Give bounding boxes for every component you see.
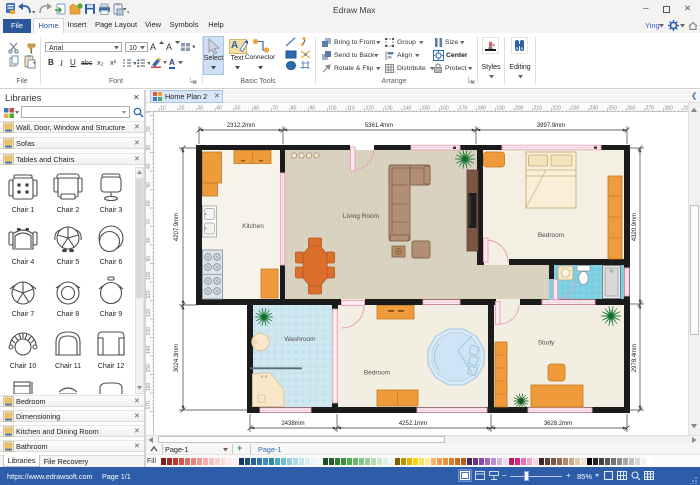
svg-text:150: 150 [422, 106, 431, 112]
svg-text:4252.1mm: 4252.1mm [399, 421, 427, 427]
svg-text:2978.4mm: 2978.4mm [632, 344, 638, 372]
svg-text:160: 160 [440, 106, 449, 112]
svg-text:Study: Study [538, 340, 555, 347]
svg-text:280: 280 [664, 106, 673, 112]
svg-text:170: 170 [146, 401, 152, 410]
svg-text:5361.4mm: 5361.4mm [365, 123, 393, 129]
svg-text:3997.9mm: 3997.9mm [537, 123, 565, 129]
svg-text:210: 210 [534, 106, 543, 112]
svg-text:140: 140 [403, 106, 412, 112]
svg-text:190: 190 [496, 106, 505, 112]
svg-text:Bedroom: Bedroom [364, 370, 390, 377]
svg-text:250: 250 [608, 106, 617, 112]
svg-text:30: 30 [146, 145, 152, 151]
svg-text:120: 120 [146, 308, 152, 317]
svg-text:140: 140 [146, 345, 152, 354]
svg-text:20: 20 [146, 126, 152, 132]
svg-text:70: 70 [146, 219, 152, 225]
svg-text:100: 100 [146, 271, 152, 280]
svg-text:220: 220 [552, 106, 561, 112]
svg-text:240: 240 [590, 106, 599, 112]
svg-text:40: 40 [146, 163, 152, 169]
svg-text:110: 110 [146, 290, 152, 298]
svg-text:80: 80 [146, 237, 152, 243]
svg-text:120: 120 [366, 106, 375, 112]
svg-text:100: 100 [328, 106, 337, 112]
svg-text:Washroom: Washroom [284, 336, 315, 343]
svg-text:130: 130 [384, 106, 393, 112]
svg-text:2438mm: 2438mm [281, 421, 304, 427]
svg-text:270: 270 [646, 106, 655, 112]
svg-text:90: 90 [146, 256, 152, 262]
svg-text:160: 160 [146, 382, 152, 391]
svg-text:4320.9mm: 4320.9mm [632, 213, 638, 241]
svg-text:150: 150 [146, 364, 152, 373]
svg-text:260: 260 [627, 106, 636, 112]
svg-text:10: 10 [146, 112, 152, 114]
svg-text:3628.2mm: 3628.2mm [544, 421, 572, 427]
svg-text:180: 180 [478, 106, 487, 112]
svg-text:230: 230 [571, 106, 580, 112]
svg-text:2312.2mm: 2312.2mm [227, 123, 255, 129]
svg-text:4207.9mm: 4207.9mm [174, 213, 180, 241]
svg-text:Bedroom: Bedroom [538, 232, 564, 239]
svg-text:200: 200 [515, 106, 524, 112]
svg-text:130: 130 [146, 327, 152, 336]
svg-text:Living Room: Living Room [343, 213, 379, 220]
svg-text:170: 170 [459, 106, 468, 112]
svg-text:60: 60 [146, 200, 152, 206]
svg-text:110: 110 [347, 106, 355, 112]
svg-text:3024.3mm: 3024.3mm [174, 344, 180, 372]
svg-text:50: 50 [146, 182, 152, 188]
svg-text:Kitchen: Kitchen [242, 223, 264, 230]
